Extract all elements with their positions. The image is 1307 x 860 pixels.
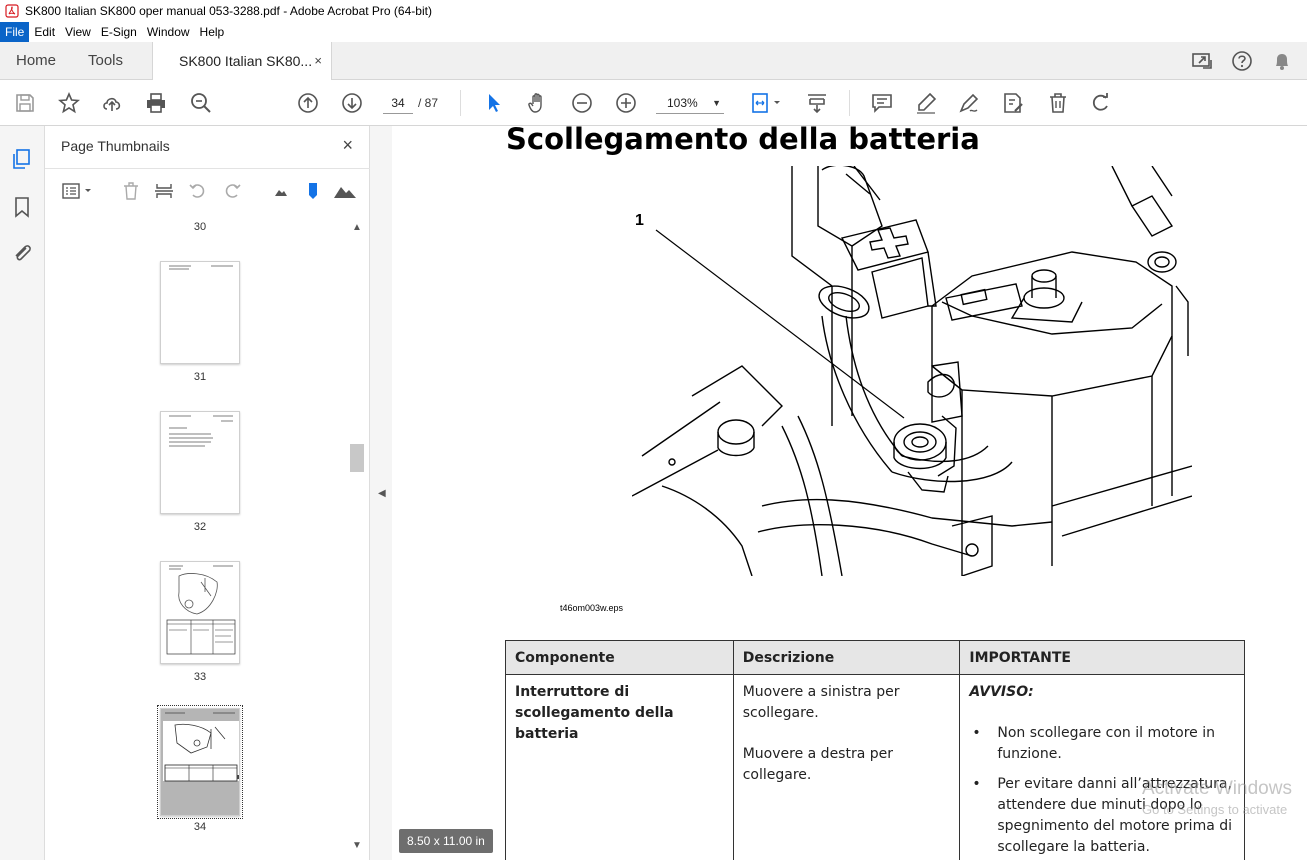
menu-help[interactable]: Help xyxy=(195,22,230,42)
tab-bar: Home Tools SK800 Italian SK80... × xyxy=(0,42,1307,81)
menu-bar: File Edit View E-Sign Window Help xyxy=(0,22,1307,42)
zoom-level-value: 103% xyxy=(667,96,698,110)
delete-page-icon[interactable] xyxy=(121,181,141,201)
page-total: / 87 xyxy=(418,96,439,110)
component-table: Componente Descrizione IMPORTANTE Interr… xyxy=(505,640,1245,860)
component-name: Interruttore di scollegamento della batt… xyxy=(505,674,734,860)
thumbnail-page-label: 32 xyxy=(193,521,207,533)
thumbnail-page-label: 34 xyxy=(193,821,207,833)
draw-pen-icon[interactable] xyxy=(957,91,981,115)
description-disconnect: Muovere a sinistra per scollegare. xyxy=(742,684,900,721)
menu-file[interactable]: File xyxy=(0,22,30,42)
tab-close-icon[interactable]: × xyxy=(314,42,322,80)
main-toolbar: 34 / 87 103% ▼ xyxy=(0,80,1307,126)
thumbnail-page-34-selected[interactable] xyxy=(157,705,243,819)
bookmark-star-icon[interactable] xyxy=(57,91,81,115)
description-cell: Muovere a sinistra per scollegare. Muove… xyxy=(732,674,961,860)
scrolling-mode-icon[interactable] xyxy=(805,91,829,115)
attachment-paperclip-icon[interactable] xyxy=(11,241,33,263)
tab-document[interactable]: SK800 Italian SK80... × xyxy=(152,42,332,81)
table-header: Componente xyxy=(505,640,734,675)
zoom-search-icon[interactable] xyxy=(189,91,213,115)
page-thumbnails-panel: Page Thumbnails × 30 31 32 33 34 ▲ ▼ xyxy=(45,126,370,860)
activate-windows-watermark: Activate Windows Go to Settings to activ… xyxy=(1142,778,1292,817)
watermark-subtitle: Go to Settings to activate xyxy=(1142,802,1288,817)
window-title: SK800 Italian SK800 oper manual 053-3288… xyxy=(25,4,432,18)
thumbnail-marker-icon[interactable] xyxy=(303,181,323,201)
warning-label: AVVISO: xyxy=(969,684,1034,700)
options-menu-icon[interactable] xyxy=(61,181,95,201)
close-icon[interactable]: × xyxy=(342,135,353,156)
delete-trash-icon[interactable] xyxy=(1046,91,1070,115)
image-filename-caption: t46om003w.eps xyxy=(560,603,624,613)
menu-esign[interactable]: E-Sign xyxy=(96,22,142,42)
thumbnail-large-icon[interactable] xyxy=(333,181,357,201)
menu-edit[interactable]: Edit xyxy=(29,22,60,42)
watermark-title: Activate Windows xyxy=(1142,778,1292,799)
menu-window[interactable]: Window xyxy=(142,22,195,42)
thumbnail-page-label: 31 xyxy=(193,371,207,383)
print-icon[interactable] xyxy=(144,91,168,115)
hand-tool-icon[interactable] xyxy=(526,91,550,115)
thumbnail-toolbar xyxy=(45,168,370,210)
zoom-in-icon[interactable] xyxy=(614,91,638,115)
document-heading: Scollegamento della batteria xyxy=(506,126,980,156)
panel-splitter[interactable]: ◀ xyxy=(370,126,392,860)
collapse-panel-icon[interactable]: ◀ xyxy=(378,488,386,499)
thumbnail-page-32[interactable] xyxy=(160,411,240,514)
zoom-out-icon[interactable] xyxy=(570,91,594,115)
battery-disconnect-illustration: 1 xyxy=(632,166,1192,576)
thumbnail-page-label: 30 xyxy=(193,221,207,233)
thumbnail-page-label: 33 xyxy=(193,671,207,683)
toolbar-divider xyxy=(849,90,850,116)
document-view: Scollegamento della batteria 1 t46om003w… xyxy=(392,126,1307,860)
table-header: Descrizione xyxy=(732,640,961,675)
description-connect: Muovere a destra per collegare. xyxy=(742,746,893,783)
thumbnail-page-33[interactable] xyxy=(160,561,240,664)
scrollbar-thumb[interactable] xyxy=(350,444,364,472)
redo-rotate-icon[interactable] xyxy=(1089,91,1113,115)
page-number-input[interactable]: 34 xyxy=(383,92,413,114)
tab-document-label: SK800 Italian SK80... xyxy=(179,53,313,69)
scroll-up-icon[interactable]: ▲ xyxy=(352,222,362,233)
insert-page-icon[interactable] xyxy=(154,181,174,201)
title-bar: SK800 Italian SK800 oper manual 053-3288… xyxy=(0,0,1307,22)
rotate-left-icon[interactable] xyxy=(188,181,208,201)
page-thumbnails-icon[interactable] xyxy=(11,148,33,170)
zoom-level-dropdown[interactable]: 103% ▼ xyxy=(656,92,724,114)
save-icon[interactable] xyxy=(13,91,37,115)
previous-page-icon[interactable] xyxy=(296,91,320,115)
thumbnail-page-31[interactable] xyxy=(160,261,240,364)
table-header: IMPORTANTE xyxy=(959,640,1245,675)
help-icon[interactable] xyxy=(1231,50,1253,72)
scroll-down-icon[interactable]: ▼ xyxy=(352,840,362,851)
warning-bullet: Non scollegare con il motore in funzione… xyxy=(969,723,1235,765)
page-size-indicator: 8.50 x 11.00 in xyxy=(399,829,493,853)
next-page-icon[interactable] xyxy=(340,91,364,115)
share-screen-icon[interactable] xyxy=(1191,50,1213,72)
notifications-bell-icon[interactable] xyxy=(1271,50,1293,72)
menu-view[interactable]: View xyxy=(60,22,96,42)
table-row: Interruttore di scollegamento della batt… xyxy=(505,674,1245,860)
edit-text-icon[interactable] xyxy=(1001,91,1025,115)
important-cell: AVVISO: Non scollegare con il motore in … xyxy=(959,674,1245,860)
panel-title: Page Thumbnails xyxy=(61,138,170,154)
highlight-pen-icon[interactable] xyxy=(914,91,938,115)
thumbnail-small-icon[interactable] xyxy=(271,181,291,201)
thumbnail-scrollbar[interactable]: ▲ ▼ xyxy=(350,220,364,852)
left-navigation-rail xyxy=(0,126,45,860)
toolbar-divider xyxy=(460,90,461,116)
tab-tools[interactable]: Tools xyxy=(88,42,123,80)
upload-cloud-icon[interactable] xyxy=(100,91,124,115)
select-cursor-icon[interactable] xyxy=(482,91,506,115)
rotate-right-icon[interactable] xyxy=(222,181,242,201)
bookmark-icon[interactable] xyxy=(11,196,33,218)
fit-page-icon[interactable] xyxy=(750,91,784,115)
comment-icon[interactable] xyxy=(870,91,894,115)
callout-number: 1 xyxy=(635,212,644,229)
tab-home[interactable]: Home xyxy=(16,42,56,80)
acrobat-icon xyxy=(5,4,19,18)
chevron-down-icon: ▼ xyxy=(712,98,721,108)
